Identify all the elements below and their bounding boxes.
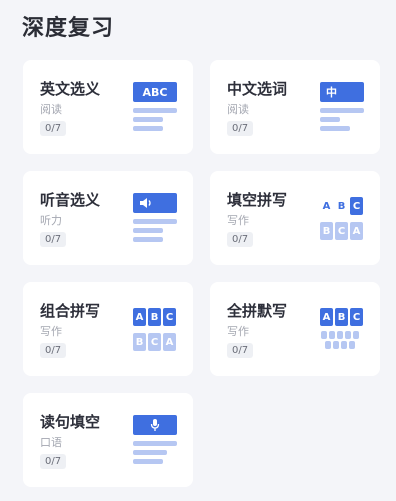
card-title: 英文选义: [40, 80, 101, 98]
progress-badge: 0/7: [227, 121, 254, 136]
card-subtitle: 口语: [40, 436, 62, 449]
review-card-english-meaning[interactable]: 英文选义 阅读 0/7 ABC: [23, 60, 193, 154]
microphone-card-icon: [133, 415, 179, 467]
card-title: 读句填空: [40, 413, 101, 431]
speaker-card-icon: [133, 193, 179, 245]
card-subtitle: 阅读: [40, 103, 62, 116]
progress-badge: 0/7: [40, 454, 67, 469]
review-card-combine-spelling[interactable]: 组合拼写 写作 0/7 A B C B C A: [23, 282, 193, 376]
review-card-chinese-word[interactable]: 中文选词 阅读 0/7 中: [210, 60, 380, 154]
card-title: 组合拼写: [40, 302, 101, 320]
review-card-sentence-reading[interactable]: 读句填空 口语 0/7: [23, 393, 193, 487]
card-title: 中文选词: [227, 80, 288, 98]
card-subtitle: 写作: [40, 325, 62, 338]
card-title: 全拼默写: [227, 302, 288, 320]
keyboard-spelling-icon: A B C: [320, 304, 366, 356]
progress-badge: 0/7: [40, 343, 67, 358]
progress-badge: 0/7: [227, 343, 254, 358]
review-card-keyboard-spelling[interactable]: 全拼默写 写作 0/7 A B C: [210, 282, 380, 376]
card-title: 听音选义: [40, 191, 101, 209]
progress-badge: 0/7: [40, 232, 67, 247]
page-title: 深度复习: [22, 16, 115, 41]
card-title: 填空拼写: [227, 191, 288, 209]
fill-spelling-icon: A B C B C A: [320, 193, 366, 245]
card-subtitle: 写作: [227, 325, 249, 338]
combine-spelling-icon: A B C B C A: [133, 304, 179, 356]
card-subtitle: 写作: [227, 214, 249, 227]
chinese-card-icon: 中: [320, 82, 366, 134]
progress-badge: 0/7: [227, 232, 254, 247]
abc-card-icon: ABC: [133, 82, 179, 134]
card-subtitle: 听力: [40, 214, 62, 227]
card-subtitle: 阅读: [227, 103, 249, 116]
review-card-fill-spelling[interactable]: 填空拼写 写作 0/7 A B C B C A: [210, 171, 380, 265]
review-card-listening[interactable]: 听音选义 听力 0/7: [23, 171, 193, 265]
progress-badge: 0/7: [40, 121, 67, 136]
